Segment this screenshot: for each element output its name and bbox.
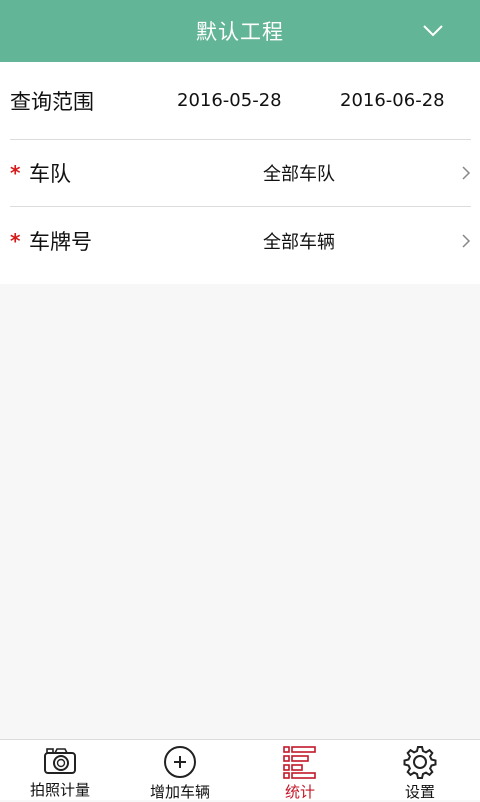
tab-label: 统计	[284, 783, 315, 801]
team-row[interactable]: * 车队 全部车队	[10, 140, 471, 207]
plate-row[interactable]: * 车牌号 全部车辆	[10, 207, 471, 274]
chevron-right-icon	[461, 233, 471, 249]
gear-icon	[403, 745, 437, 779]
chevron-right-icon	[461, 165, 471, 181]
tab-statistics[interactable]: 统计	[240, 740, 360, 801]
list-stats-icon	[283, 745, 317, 779]
tab-label: 拍照计量	[29, 781, 90, 799]
plate-label: 车牌号	[29, 229, 92, 254]
chevron-down-icon[interactable]	[422, 20, 444, 42]
tab-add-vehicle[interactable]: 增加车辆	[120, 740, 240, 801]
bottom-tab-bar: 拍照计量 增加车辆 统计 设置	[0, 739, 480, 801]
team-label: 车队	[29, 162, 71, 186]
required-mark: *	[10, 161, 21, 185]
tab-label: 设置	[404, 783, 435, 801]
team-value: 全部车队	[263, 164, 335, 185]
camera-icon	[43, 745, 77, 777]
required-mark: *	[10, 228, 21, 253]
plate-value: 全部车辆	[263, 231, 335, 253]
app-header: 默认工程	[0, 0, 480, 62]
add-circle-icon	[163, 745, 197, 779]
tab-photo-measure[interactable]: 拍照计量	[0, 740, 120, 800]
start-date[interactable]: 2016-05-28	[177, 90, 282, 111]
end-date[interactable]: 2016-06-28	[340, 90, 445, 111]
tab-label: 增加车辆	[149, 783, 210, 801]
query-range-label: 查询范围	[10, 89, 94, 114]
project-title[interactable]: 默认工程	[196, 16, 284, 46]
query-panel: 查询范围 2016-05-28 2016-06-28 * 车队 全部车队 * 车…	[0, 62, 480, 284]
query-range-row: 查询范围 2016-05-28 2016-06-28	[10, 62, 471, 140]
tab-settings[interactable]: 设置	[360, 740, 480, 801]
